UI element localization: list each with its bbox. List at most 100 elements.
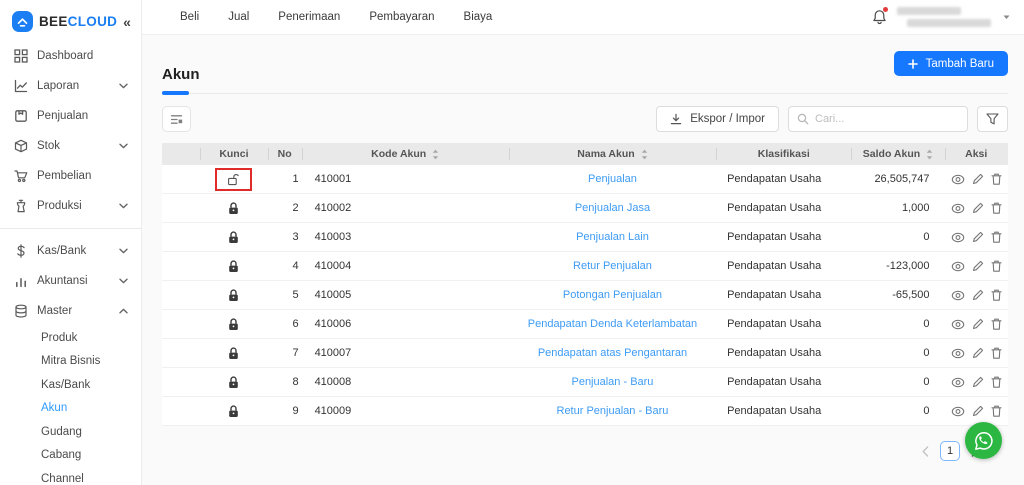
- export-import-button[interactable]: Ekspor / Impor: [656, 106, 779, 132]
- account-name-link[interactable]: Penjualan: [588, 173, 637, 185]
- topnav-item-jual[interactable]: Jual: [228, 11, 249, 23]
- topnav-item-biaya[interactable]: Biaya: [464, 11, 493, 23]
- account-name-link[interactable]: Penjualan Jasa: [575, 202, 650, 214]
- column-settings-button[interactable]: [162, 106, 191, 132]
- user-caret-down-icon[interactable]: [1003, 15, 1010, 20]
- account-name-link[interactable]: Retur Penjualan: [573, 260, 652, 272]
- sidebar-subitem-cabang[interactable]: Cabang: [0, 444, 141, 468]
- view-icon[interactable]: [951, 377, 965, 388]
- filter-button[interactable]: [977, 106, 1008, 132]
- edit-icon[interactable]: [972, 376, 984, 388]
- view-icon[interactable]: [951, 290, 965, 301]
- lock-open-icon[interactable]: [215, 167, 253, 191]
- view-icon[interactable]: [951, 261, 965, 272]
- topnav-item-beli[interactable]: Beli: [180, 11, 199, 23]
- account-name-link[interactable]: Penjualan - Baru: [571, 376, 653, 388]
- account-name-link[interactable]: Retur Penjualan - Baru: [557, 405, 669, 417]
- header-klasifikasi: Klasifikasi: [716, 143, 851, 165]
- lock-closed-icon[interactable]: [222, 228, 245, 247]
- account-classification: Pendapatan Usaha: [727, 376, 822, 388]
- sidebar-item-stok[interactable]: Stok: [0, 131, 141, 161]
- sidebar-item-kas-bank[interactable]: Kas/Bank: [0, 236, 141, 266]
- lock-closed-icon[interactable]: [222, 315, 245, 334]
- delete-icon[interactable]: [991, 173, 1002, 185]
- header-saldo-akun[interactable]: Saldo Akun: [851, 143, 944, 165]
- account-name-link[interactable]: Pendapatan Denda Keterlambatan: [528, 318, 697, 330]
- header-nama-akun[interactable]: Nama Akun: [508, 143, 716, 165]
- topnav-item-pembayaran[interactable]: Pembayaran: [369, 11, 434, 23]
- sidebar-subitem-akun[interactable]: Akun: [0, 397, 141, 421]
- account-balance: 0: [923, 231, 930, 243]
- pagination-page-1[interactable]: 1: [940, 441, 960, 461]
- sidebar-subitem-channel[interactable]: Channel: [0, 467, 141, 485]
- sidebar-group-1: Dashboard Laporan Penjualan Stok Pembeli…: [0, 41, 141, 221]
- delete-icon[interactable]: [991, 202, 1002, 214]
- delete-icon[interactable]: [991, 260, 1002, 272]
- toolbar-right: Ekspor / Impor: [656, 106, 1008, 132]
- lock-closed-icon[interactable]: [222, 373, 245, 392]
- sidebar-item-dashboard[interactable]: Dashboard: [0, 41, 141, 71]
- edit-icon[interactable]: [972, 289, 984, 301]
- view-icon[interactable]: [951, 406, 965, 417]
- account-name-link[interactable]: Penjualan Lain: [576, 231, 649, 243]
- row-number: 2: [292, 202, 299, 214]
- edit-icon[interactable]: [972, 260, 984, 272]
- sidebar-subitem-kas-bank[interactable]: Kas/Bank: [0, 373, 141, 397]
- view-icon[interactable]: [951, 232, 965, 243]
- topnav-item-penerimaan[interactable]: Penerimaan: [278, 11, 340, 23]
- account-name-link[interactable]: Pendapatan atas Pengantaran: [538, 347, 687, 359]
- sidebar-item-penjualan[interactable]: Penjualan: [0, 101, 141, 131]
- delete-icon[interactable]: [991, 289, 1002, 301]
- account-code: 410006: [314, 318, 352, 330]
- view-icon[interactable]: [951, 319, 965, 330]
- lock-closed-icon[interactable]: [222, 344, 245, 363]
- sidebar-subitem-produk[interactable]: Produk: [0, 326, 141, 350]
- view-icon[interactable]: [951, 174, 965, 185]
- sort-icon[interactable]: [641, 149, 648, 160]
- sidebar-collapse-icon[interactable]: «: [123, 14, 131, 30]
- edit-icon[interactable]: [972, 405, 984, 417]
- search-input[interactable]: [815, 113, 959, 125]
- view-icon[interactable]: [951, 348, 965, 359]
- view-icon[interactable]: [951, 203, 965, 214]
- add-new-button[interactable]: Tambah Baru: [893, 51, 1008, 76]
- lock-closed-icon[interactable]: [222, 257, 245, 276]
- account-name-link[interactable]: Potongan Penjualan: [563, 289, 662, 301]
- lock-closed-icon[interactable]: [222, 199, 245, 218]
- sidebar-subitem-gudang[interactable]: Gudang: [0, 420, 141, 444]
- lock-closed-icon[interactable]: [222, 286, 245, 305]
- table-row: 8 410008 Penjualan - Baru Pendapatan Usa…: [162, 368, 1008, 397]
- sidebar-item-master[interactable]: Master: [0, 296, 141, 326]
- row-number: 4: [292, 260, 299, 272]
- sidebar-item-akuntansi[interactable]: Akuntansi: [0, 266, 141, 296]
- sidebar-item-laporan[interactable]: Laporan: [0, 71, 141, 101]
- edit-icon[interactable]: [972, 231, 984, 243]
- edit-icon[interactable]: [972, 318, 984, 330]
- table-header: Kunci No Kode Akun Nama Akun Klasifikasi…: [162, 143, 1008, 165]
- pagination-prev-icon[interactable]: [922, 445, 929, 457]
- delete-icon[interactable]: [991, 231, 1002, 243]
- notification-bell-icon[interactable]: [872, 7, 888, 25]
- sidebar-item-pembelian[interactable]: Pembelian: [0, 161, 141, 191]
- header-kode-akun[interactable]: Kode Akun: [301, 143, 509, 165]
- columns-settings-icon: [170, 114, 183, 125]
- delete-icon[interactable]: [991, 405, 1002, 417]
- delete-icon[interactable]: [991, 318, 1002, 330]
- user-account-menu[interactable]: [897, 7, 991, 27]
- sidebar-subitem-mitra-bisnis[interactable]: Mitra Bisnis: [0, 350, 141, 374]
- lock-closed-icon[interactable]: [222, 402, 245, 421]
- account-classification: Pendapatan Usaha: [727, 318, 822, 330]
- delete-icon[interactable]: [991, 376, 1002, 388]
- row-number: 7: [292, 347, 299, 359]
- sidebar: BEECLOUD « Dashboard Laporan Penjualan S…: [0, 0, 142, 485]
- account-classification: Pendapatan Usaha: [727, 231, 822, 243]
- edit-icon[interactable]: [972, 347, 984, 359]
- edit-icon[interactable]: [972, 173, 984, 185]
- sort-icon[interactable]: [926, 149, 933, 160]
- sidebar-item-produksi[interactable]: Produksi: [0, 191, 141, 221]
- edit-icon[interactable]: [972, 202, 984, 214]
- table-row: 5 410005 Potongan Penjualan Pendapatan U…: [162, 281, 1008, 310]
- whatsapp-button[interactable]: [965, 422, 1002, 459]
- sort-icon[interactable]: [432, 149, 439, 160]
- delete-icon[interactable]: [991, 347, 1002, 359]
